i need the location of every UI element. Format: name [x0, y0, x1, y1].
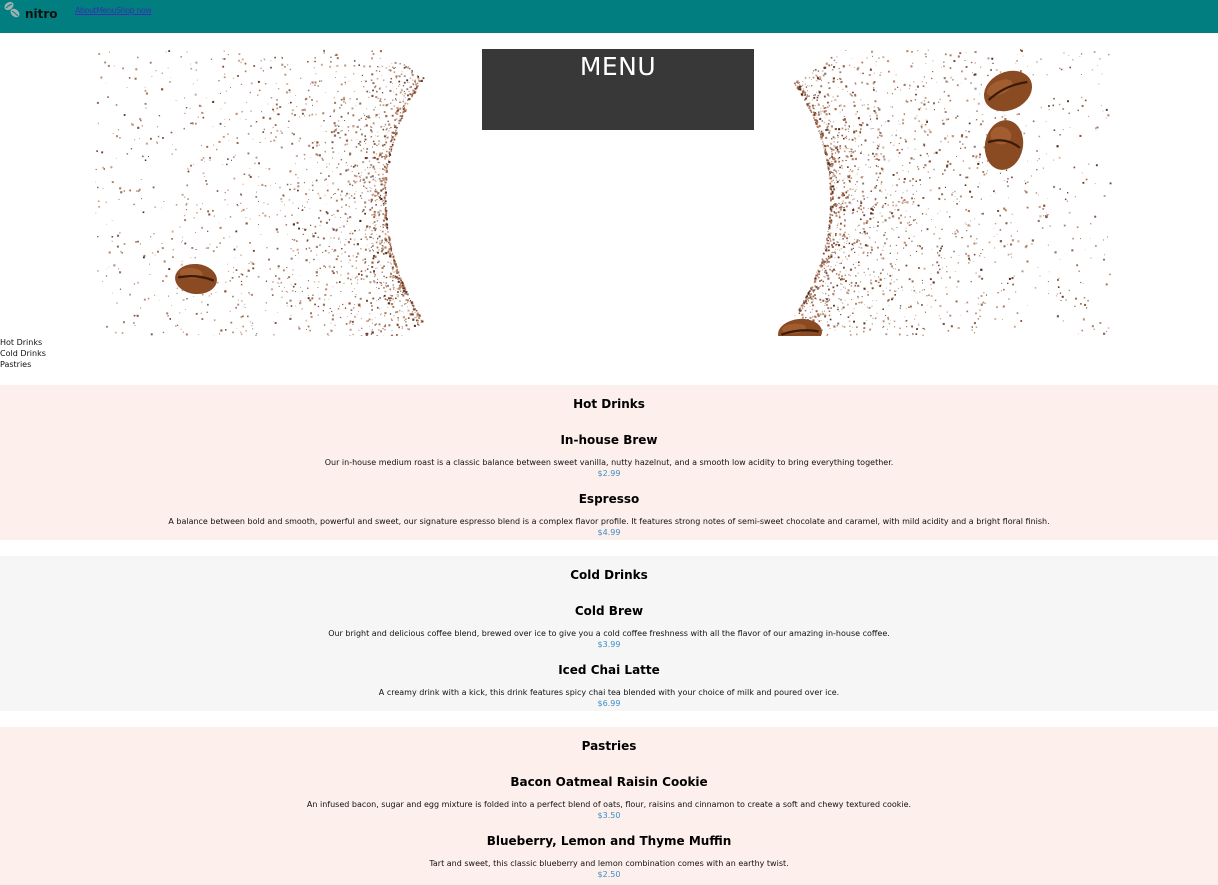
section-title: Pastries: [581, 739, 637, 753]
main-nav: AboutMenuShop now: [75, 6, 152, 15]
menu-item: Iced Chai Latte A creamy drink with a ki…: [0, 663, 1218, 710]
item-name: Bacon Oatmeal Raisin Cookie: [510, 775, 708, 789]
coffee-bean-image: [983, 70, 1033, 112]
page-title: MENU: [579, 52, 657, 81]
menu-title-box: MENU: [482, 49, 754, 130]
item-name: Cold Brew: [574, 604, 644, 618]
menu-item: Espresso A balance between bold and smoo…: [0, 492, 1218, 539]
item-description: A creamy drink with a kick, this drink f…: [378, 688, 840, 697]
section-hot-drinks: Hot Drinks In-house Brew Our in-house me…: [0, 385, 1218, 540]
category-link-pastries[interactable]: Pastries: [0, 359, 46, 370]
item-description: Our bright and delicious coffee blend, b…: [328, 629, 890, 638]
coffee-bean-image: [175, 263, 217, 295]
coffee-beans-icon: [4, 1, 20, 18]
menu-item: Bacon Oatmeal Raisin Cookie An infused b…: [0, 775, 1218, 822]
coffee-bean-image: [778, 318, 822, 336]
section-cold-drinks: Cold Drinks Cold Brew Our bright and del…: [0, 556, 1218, 711]
item-name: Iced Chai Latte: [558, 663, 660, 677]
item-price: $3.99: [597, 640, 621, 649]
item-price: $6.99: [597, 699, 621, 708]
coffee-bean-image: [984, 120, 1024, 170]
item-description: Our in-house medium roast is a classic b…: [324, 458, 894, 467]
brand-name: nitro: [25, 7, 58, 21]
section-title: Hot Drinks: [573, 397, 645, 411]
category-link-hot-drinks[interactable]: Hot Drinks: [0, 337, 46, 348]
item-price: $2.99: [597, 469, 621, 478]
item-name: In-house Brew: [560, 433, 658, 447]
item-name: Espresso: [578, 492, 640, 506]
item-price: $3.50: [597, 811, 621, 820]
item-description: A balance between bold and smooth, power…: [168, 517, 1050, 526]
menu-item: Blueberry, Lemon and Thyme Muffin Tart a…: [0, 834, 1218, 881]
item-price: $4.99: [597, 528, 621, 537]
category-links: Hot Drinks Cold Drinks Pastries: [0, 337, 46, 370]
menu-item: Cold Brew Our bright and delicious coffe…: [0, 604, 1218, 651]
nav-link-about[interactable]: About: [75, 6, 97, 15]
section-pastries: Pastries Bacon Oatmeal Raisin Cookie An …: [0, 727, 1218, 885]
item-price: $2.50: [597, 870, 621, 879]
item-name: Blueberry, Lemon and Thyme Muffin: [486, 834, 732, 848]
category-link-cold-drinks[interactable]: Cold Drinks: [0, 348, 46, 359]
top-navbar: nitro AboutMenuShop now: [0, 0, 1218, 33]
item-description: An infused bacon, sugar and egg mixture …: [306, 800, 912, 809]
section-title: Cold Drinks: [570, 568, 648, 582]
hero-banner: MENU: [0, 49, 1218, 336]
nav-link-menu[interactable]: Menu: [96, 6, 116, 15]
menu-item: In-house Brew Our in-house medium roast …: [0, 433, 1218, 480]
nav-link-shop-now[interactable]: Shop now: [116, 6, 152, 15]
item-description: Tart and sweet, this classic blueberry a…: [429, 859, 789, 868]
